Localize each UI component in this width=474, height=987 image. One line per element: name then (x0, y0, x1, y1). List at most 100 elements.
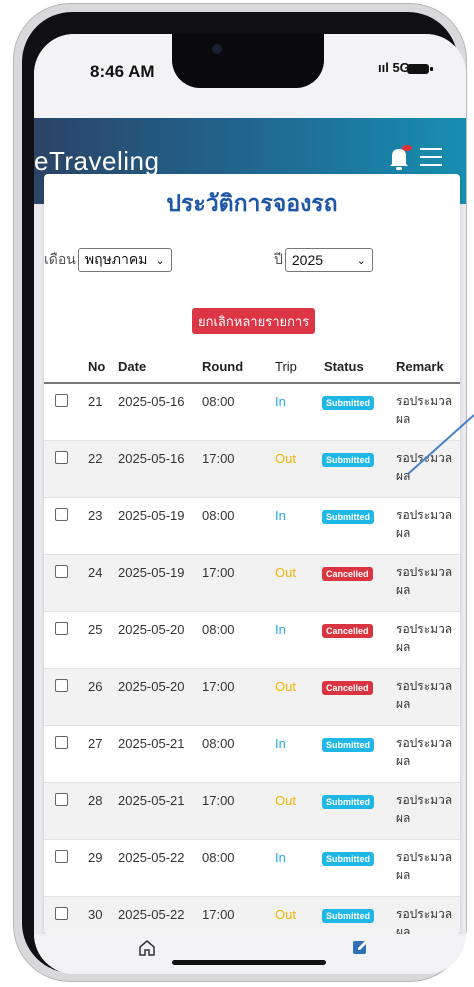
cancel-multiple-button[interactable]: ยกเลิกหลายรายการ (192, 308, 316, 334)
status-badge: Submitted (322, 510, 374, 524)
row-date: 2025-05-16 (118, 451, 185, 466)
year-label: ปี (274, 251, 283, 267)
row-remark: รอประมวลผล (396, 508, 453, 540)
status-badge: Submitted (322, 396, 374, 410)
month-label: เดือน (44, 251, 76, 267)
bottom-nav (34, 934, 466, 974)
row-round: 08:00 (202, 622, 235, 637)
row-remark: รอประมวลผล (396, 451, 453, 483)
header-no: No (88, 359, 106, 374)
row-no: 29 (88, 850, 103, 865)
status-badge: Submitted (322, 738, 374, 752)
row-remark: รอประมวลผล (396, 793, 453, 825)
row-no: 23 (88, 508, 103, 523)
notch (172, 34, 324, 88)
row-checkbox[interactable] (55, 451, 68, 464)
row-round: 17:00 (202, 679, 235, 694)
month-value: พฤษภาคม (84, 251, 148, 267)
row-checkbox[interactable] (55, 736, 68, 749)
row-no: 25 (88, 622, 103, 637)
row-checkbox[interactable] (55, 793, 68, 806)
row-trip: Out (275, 565, 296, 580)
home-indicator (172, 960, 326, 965)
header-round: Round (202, 359, 244, 374)
row-checkbox[interactable] (55, 907, 68, 920)
header-remark: Remark (396, 359, 444, 374)
row-remark: รอประมวลผล (396, 736, 453, 768)
row-round: 08:00 (202, 850, 235, 865)
table-row: 22 2025-05-16 17:00 Out Submitted รอประม… (44, 441, 460, 498)
camera-icon (212, 44, 222, 54)
row-remark: รอประมวลผล (396, 394, 453, 426)
row-date: 2025-05-21 (118, 736, 185, 751)
status-badge: Cancelled (322, 681, 373, 695)
home-icon[interactable] (137, 938, 157, 958)
month-select[interactable]: พฤษภาคม ⌄ (77, 248, 172, 272)
row-round: 08:00 (202, 736, 235, 751)
row-remark: รอประมวลผล (396, 679, 453, 711)
row-trip: In (275, 622, 286, 637)
booking-history-card: ประวัติการจองรถ เดือน พฤษภาคม ⌄ ปี 2025 … (44, 174, 460, 934)
row-round: 08:00 (202, 394, 235, 409)
app-screen: 8:46 AM ııl 5G eTraveling ประวัติการจองร… (34, 34, 466, 974)
row-checkbox[interactable] (55, 850, 68, 863)
table-row: 26 2025-05-20 17:00 Out Cancelled รอประม… (44, 669, 460, 726)
booking-rows: 21 2025-05-16 08:00 In Submitted รอประมว… (44, 384, 460, 934)
table-row: 29 2025-05-22 08:00 In Submitted รอประมว… (44, 840, 460, 897)
row-round: 17:00 (202, 565, 235, 580)
row-round: 17:00 (202, 793, 235, 808)
edit-icon[interactable] (352, 938, 370, 956)
row-checkbox[interactable] (55, 622, 68, 635)
table-row: 27 2025-05-21 08:00 In Submitted รอประมว… (44, 726, 460, 783)
status-badge: Cancelled (322, 624, 373, 638)
table-row: 30 2025-05-22 17:00 Out Submitted รอประม… (44, 897, 460, 934)
row-trip: In (275, 508, 286, 523)
app-brand[interactable]: eTraveling (34, 146, 159, 177)
hamburger-menu-icon[interactable] (420, 148, 442, 166)
row-checkbox[interactable] (55, 508, 68, 521)
row-date: 2025-05-20 (118, 679, 185, 694)
status-time: 8:46 AM (90, 62, 155, 81)
month-filter: เดือน พฤษภาคม ⌄ (44, 248, 172, 272)
status-badge: Submitted (322, 852, 374, 866)
table-row: 21 2025-05-16 08:00 In Submitted รอประมว… (44, 384, 460, 441)
status-badge: Cancelled (322, 567, 373, 581)
row-checkbox[interactable] (55, 679, 68, 692)
table-header: No Date Round Trip Status Remark (44, 350, 460, 384)
row-remark: รอประมวลผล (396, 565, 453, 597)
page-title: ประวัติการจองรถ (166, 190, 338, 216)
table-row: 28 2025-05-21 17:00 Out Submitted รอประม… (44, 783, 460, 840)
header-date: Date (118, 359, 147, 374)
table-row: 25 2025-05-20 08:00 In Cancelled รอประมว… (44, 612, 460, 669)
row-no: 26 (88, 679, 103, 694)
row-round: 17:00 (202, 907, 235, 922)
row-trip: In (275, 850, 286, 865)
row-checkbox[interactable] (55, 394, 68, 407)
row-trip: Out (275, 793, 296, 808)
year-select[interactable]: 2025 ⌄ (284, 248, 373, 272)
battery-icon (407, 64, 433, 74)
row-remark: รอประมวลผล (396, 622, 453, 654)
row-trip: Out (275, 451, 296, 466)
table-row: 24 2025-05-19 17:00 Out Cancelled รอประม… (44, 555, 460, 612)
status-badge: Submitted (322, 909, 374, 923)
notification-bell-icon[interactable] (386, 144, 412, 172)
header-status: Status (324, 359, 364, 374)
status-bar: 8:46 AM ııl 5G (34, 34, 466, 118)
signal-icon: ııl 5G (378, 60, 410, 75)
year-filter: ปี 2025 ⌄ (274, 248, 373, 272)
row-no: 30 (88, 907, 103, 922)
row-checkbox[interactable] (55, 565, 68, 578)
row-date: 2025-05-21 (118, 793, 185, 808)
chevron-down-icon: ⌄ (356, 254, 366, 267)
year-value: 2025 (291, 252, 324, 268)
row-no: 28 (88, 793, 103, 808)
row-date: 2025-05-20 (118, 622, 185, 637)
row-round: 08:00 (202, 508, 235, 523)
row-date: 2025-05-22 (118, 907, 185, 922)
status-badge: Submitted (322, 795, 374, 809)
row-trip: In (275, 394, 286, 409)
row-remark: รอประมวลผล (396, 850, 453, 882)
row-no: 22 (88, 451, 103, 466)
row-date: 2025-05-22 (118, 850, 185, 865)
